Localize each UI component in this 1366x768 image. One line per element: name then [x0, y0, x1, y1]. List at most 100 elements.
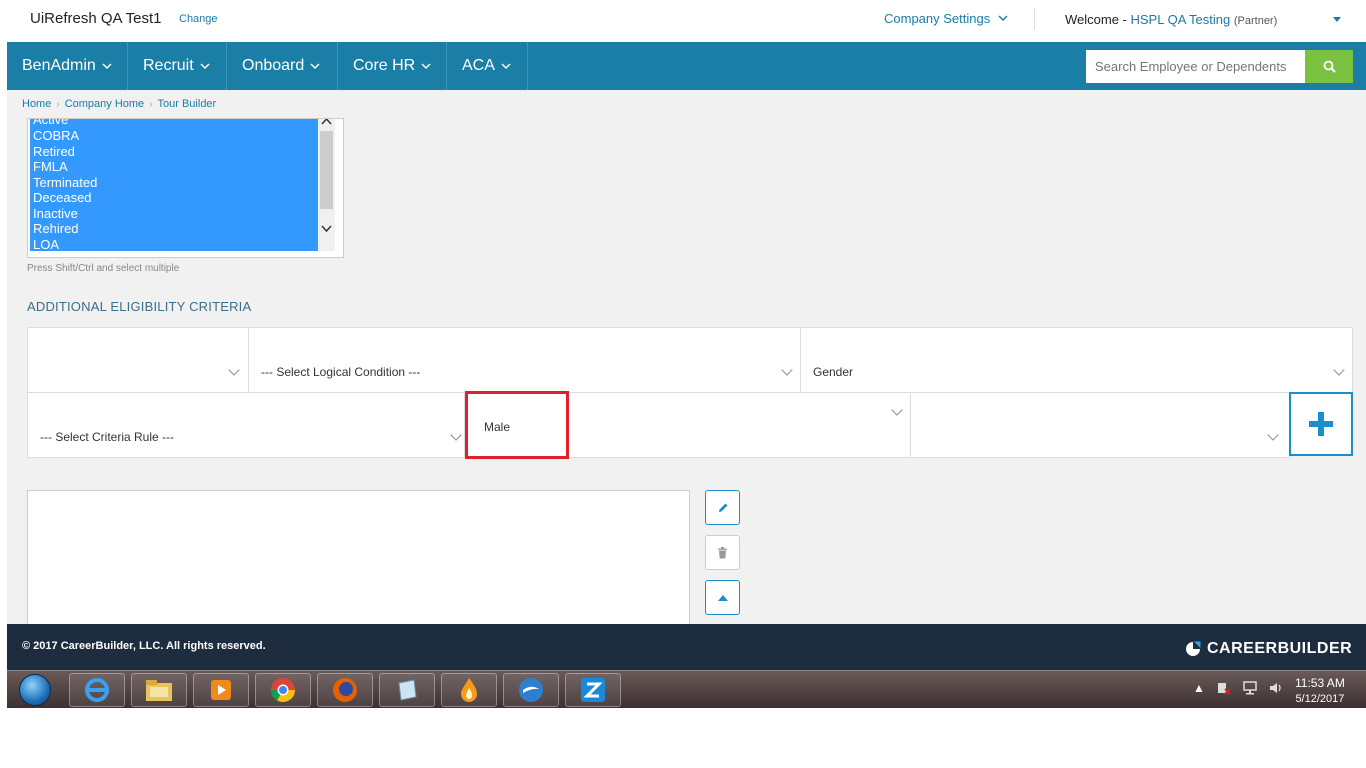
taskbar-chrome[interactable] — [255, 673, 311, 707]
taskbar-z-app[interactable] — [565, 673, 621, 707]
nav-item-aca[interactable]: ACA — [447, 42, 528, 90]
pencil-icon — [718, 503, 727, 512]
change-company-link[interactable]: Change — [179, 13, 218, 25]
media-player-icon — [211, 680, 231, 700]
system-clock[interactable]: 11:53 AM 5/12/2017 — [1295, 675, 1345, 707]
add-criteria-button[interactable] — [1289, 392, 1353, 456]
system-tray: ▲ — [1193, 681, 1283, 695]
list-item[interactable]: LOA — [33, 237, 59, 252]
list-item[interactable]: Retired — [33, 144, 75, 159]
taskbar-flame-app[interactable] — [441, 673, 497, 707]
user-menu-caret-icon[interactable] — [1333, 17, 1341, 22]
scroll-thumb[interactable] — [320, 131, 333, 209]
start-button[interactable] — [11, 672, 59, 708]
breadcrumb-company-home[interactable]: Company Home — [65, 98, 144, 110]
list-item[interactable]: COBRA — [33, 128, 79, 143]
select-value: --- Select Logical Condition --- — [261, 365, 421, 379]
chevron-down-icon — [310, 62, 320, 69]
list-item[interactable]: Inactive — [33, 206, 78, 221]
select-value: --- Select Criteria Rule --- — [40, 430, 175, 444]
employee-status-multiselect[interactable]: Active COBRA Retired FMLA Terminated Dec… — [27, 118, 344, 258]
firefox-icon — [333, 678, 357, 702]
logo-text: CAREERBUILDER — [1207, 640, 1353, 657]
os-taskbar: ▲ 11:53 AM 5/12/2017 — [7, 670, 1366, 708]
careerbuilder-logo: CAREERBUILDER — [1185, 640, 1352, 658]
folder-icon — [146, 680, 172, 701]
nav-item-core-hr[interactable]: Core HR — [338, 42, 447, 90]
logical-condition-select[interactable]: --- Select Logical Condition --- — [248, 327, 801, 393]
taskbar-media-player[interactable] — [193, 673, 249, 707]
nav-label: Core HR — [353, 57, 416, 74]
list-item[interactable]: Rehired — [33, 221, 79, 236]
chevron-down-icon — [501, 62, 511, 69]
welcome-text: Welcome - HSPL QA Testing (Partner) — [1065, 12, 1277, 27]
listbox-scrollbar[interactable] — [318, 119, 335, 251]
breadcrumb-home[interactable]: Home — [22, 98, 51, 110]
search-button[interactable] — [1305, 50, 1353, 83]
scroll-down-icon[interactable] — [321, 225, 332, 233]
app-window: UiRefresh QA Test1 Change Company Settin… — [7, 0, 1366, 708]
chevron-down-icon — [1267, 429, 1279, 441]
show-hidden-icons-icon[interactable]: ▲ — [1193, 681, 1205, 695]
internet-explorer-icon — [85, 678, 109, 702]
chevron-down-icon — [891, 404, 903, 416]
nav-label: BenAdmin — [22, 57, 96, 74]
careerbuilder-logo-icon — [1186, 641, 1201, 656]
search-icon — [1323, 60, 1336, 73]
chevron-down-icon — [1333, 364, 1345, 376]
move-up-button[interactable] — [705, 580, 740, 615]
taskbar-explorer[interactable] — [131, 673, 187, 707]
breadcrumb-separator-icon: › — [149, 98, 153, 110]
multiselect-helper-text: Press Shift/Ctrl and select multiple — [27, 263, 180, 274]
section-title: ADDITIONAL ELIGIBILITY CRITERIA — [27, 299, 252, 314]
taskbar-ie[interactable] — [69, 673, 125, 707]
criteria-rule-select[interactable]: --- Select Criteria Rule --- — [27, 392, 465, 458]
page-footer: © 2017 CareerBuilder, LLC. All rights re… — [7, 624, 1366, 670]
user-name[interactable]: HSPL QA Testing — [1131, 12, 1231, 27]
list-item[interactable]: Active — [33, 119, 68, 127]
company-settings-label: Company Settings — [884, 11, 991, 26]
criteria-last-select[interactable] — [910, 392, 1290, 458]
taskbar-firefox[interactable] — [317, 673, 373, 707]
select-value: Gender — [813, 365, 854, 379]
list-item[interactable]: Terminated — [33, 175, 97, 190]
chevron-down-icon — [450, 429, 462, 441]
scroll-up-icon[interactable] — [321, 118, 332, 125]
clock-date: 5/12/2017 — [1295, 693, 1345, 705]
nav-item-benadmin[interactable]: BenAdmin — [7, 42, 128, 90]
volume-icon[interactable] — [1269, 681, 1283, 695]
edit-button[interactable] — [705, 490, 740, 525]
company-settings-menu[interactable]: Company Settings — [884, 11, 1008, 26]
welcome-label: Welcome - — [1065, 12, 1131, 27]
chevron-down-icon — [228, 364, 240, 376]
nav-label: Onboard — [242, 57, 305, 74]
taskbar-notes-app[interactable] — [379, 673, 435, 707]
action-center-icon[interactable] — [1217, 681, 1231, 695]
list-item[interactable]: Deceased — [33, 190, 92, 205]
breadcrumb-tour-builder[interactable]: Tour Builder — [158, 98, 217, 110]
plus-icon — [1309, 412, 1333, 436]
network-icon[interactable] — [1243, 681, 1257, 695]
criteria-expression-textarea[interactable] — [27, 490, 690, 630]
top-bar: UiRefresh QA Test1 Change Company Settin… — [7, 0, 1366, 42]
search-input[interactable] — [1086, 50, 1305, 83]
nav-item-onboard[interactable]: Onboard — [227, 42, 338, 90]
z-app-icon — [581, 678, 605, 702]
user-role: (Partner) — [1233, 15, 1278, 27]
delete-button[interactable] — [705, 535, 740, 570]
windows-orb-icon — [19, 674, 51, 706]
nav-item-recruit[interactable]: Recruit — [128, 42, 227, 90]
nav-label: Recruit — [143, 57, 194, 74]
list-item[interactable]: FMLA — [33, 159, 68, 174]
criteria-first-select[interactable] — [27, 327, 249, 393]
taskbar-sky-app[interactable] — [503, 673, 559, 707]
bird-icon — [519, 678, 543, 702]
criteria-field-select[interactable]: Gender — [800, 327, 1353, 393]
main-content: Home › Company Home › Tour Builder Activ… — [7, 90, 1366, 630]
divider — [1034, 8, 1035, 30]
breadcrumb-separator-icon: › — [56, 98, 60, 110]
copyright-text: © 2017 CareerBuilder, LLC. All rights re… — [22, 640, 266, 652]
annotation-highlight-box — [465, 391, 569, 459]
chevron-down-icon — [200, 62, 210, 69]
caret-up-icon — [717, 594, 728, 601]
